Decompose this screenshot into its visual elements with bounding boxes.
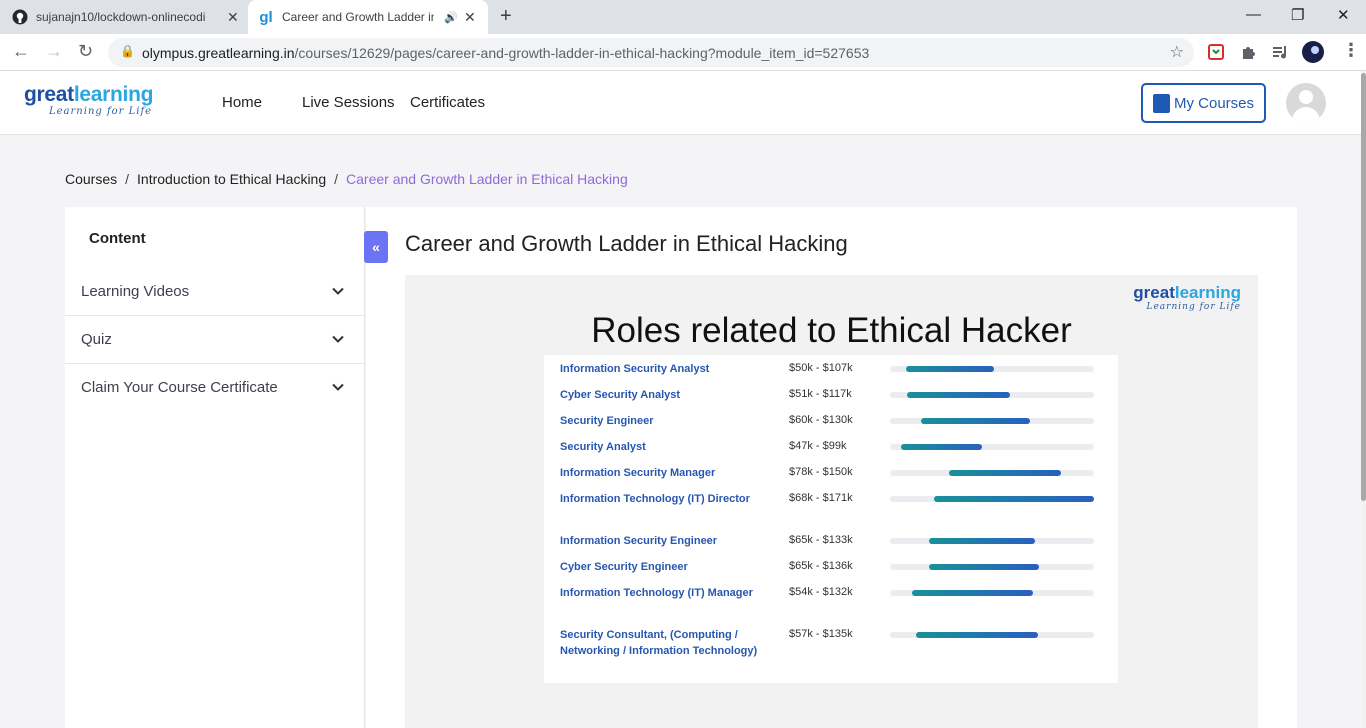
main-content: Career and Growth Ladder in Ethical Hack… xyxy=(366,207,1297,728)
salary-bar-track xyxy=(890,470,1094,476)
browser-tab-active[interactable]: gl Career and Growth Ladder in Eth 🔊 ✕ xyxy=(248,0,488,34)
breadcrumb-courses[interactable]: Courses xyxy=(65,171,117,187)
salary-bar xyxy=(905,366,995,372)
reload-icon[interactable]: ↻ xyxy=(78,41,93,62)
accordion-learning-videos[interactable]: Learning Videos xyxy=(65,268,365,316)
salary-bar-track xyxy=(890,444,1094,450)
salary-bar-track xyxy=(890,538,1094,544)
role-name: Information Security Analyst xyxy=(560,363,710,375)
salary-range: $65k - $133k xyxy=(789,534,853,546)
salary-range: $65k - $136k xyxy=(789,560,853,572)
salary-range: $54k - $132k xyxy=(789,586,853,598)
salary-bar xyxy=(949,470,1062,476)
site-header: greatlearning Learning for Life Home Liv… xyxy=(0,71,1361,135)
bookmark-star-icon[interactable]: ☆ xyxy=(1170,42,1184,62)
chevron-down-icon xyxy=(332,383,344,391)
collapse-sidebar-button[interactable]: « xyxy=(364,231,388,263)
extensions-puzzle-icon[interactable] xyxy=(1239,43,1257,61)
slide-logo: greatlearning Learning for Life xyxy=(1133,283,1241,313)
salary-bar-track xyxy=(890,496,1094,502)
close-tab-icon[interactable]: ✕ xyxy=(464,9,476,26)
chevron-down-icon xyxy=(332,335,344,343)
browser-tab-bar: sujanajn10/lockdown-onlinecodi ✕ gl Care… xyxy=(0,0,1366,34)
breadcrumb-course[interactable]: Introduction to Ethical Hacking xyxy=(137,171,326,187)
role-name: Cyber Security Analyst xyxy=(560,389,681,401)
forward-icon[interactable]: → xyxy=(45,41,63,62)
salary-bar-track xyxy=(890,564,1094,570)
browser-menu-icon[interactable]: ⋮ xyxy=(1342,40,1360,61)
nav-certificates[interactable]: Certificates xyxy=(410,94,485,111)
salary-range: $57k - $135k xyxy=(789,628,853,640)
greatlearning-logo[interactable]: greatlearning Learning for Life xyxy=(24,84,153,118)
page-scrollbar[interactable] xyxy=(1361,71,1366,728)
tab-title: Career and Growth Ladder in Eth xyxy=(282,10,434,24)
nav-live-sessions[interactable]: Live Sessions xyxy=(302,94,395,111)
pocket-extension-icon[interactable] xyxy=(1207,43,1225,61)
salary-bar-track xyxy=(890,590,1094,596)
roles-salary-table: Information Security Analyst $50k - $107k… xyxy=(544,355,1118,683)
role-name: Security Engineer xyxy=(560,415,654,427)
salary-bar-track xyxy=(890,366,1094,372)
breadcrumb: Courses / Introduction to Ethical Hacking /… xyxy=(65,171,628,187)
salary-range: $51k - $117k xyxy=(789,388,852,400)
address-bar[interactable]: 🔒 olympus.greatlearning.in/courses/12629… xyxy=(108,38,1194,67)
breadcrumb-current: Career and Growth Ladder in Ethical Hack… xyxy=(346,171,628,187)
accordion-quiz[interactable]: Quiz xyxy=(65,316,365,364)
close-tab-icon[interactable]: ✕ xyxy=(227,9,239,26)
my-courses-button[interactable]: My Courses xyxy=(1141,83,1266,123)
salary-bar xyxy=(907,392,1010,398)
salary-range: $78k - $150k xyxy=(789,466,853,478)
user-avatar[interactable] xyxy=(1286,83,1326,123)
tab-title: sujanajn10/lockdown-onlinecodi xyxy=(36,10,206,24)
nav-home[interactable]: Home xyxy=(222,94,262,111)
salary-bar xyxy=(916,632,1038,638)
role-name: Information Technology (IT) Director xyxy=(560,493,750,505)
salary-bar-track xyxy=(890,418,1094,424)
browser-tab-github[interactable]: sujanajn10/lockdown-onlinecodi ✕ xyxy=(12,0,246,34)
accordion-claim-certificate[interactable]: Claim Your Course Certificate xyxy=(65,364,365,412)
salary-bar xyxy=(933,496,1094,502)
slide-image: greatlearning Learning for Life Roles re… xyxy=(405,275,1258,728)
maximize-icon[interactable]: ❐ xyxy=(1291,6,1304,24)
chevron-down-icon xyxy=(332,287,344,295)
salary-bar xyxy=(900,444,982,450)
role-name: Information Security Manager xyxy=(560,467,716,479)
new-tab-icon[interactable]: + xyxy=(500,5,512,28)
content-sidebar: Content Learning Videos Quiz Claim Your … xyxy=(65,207,365,728)
salary-bar-track xyxy=(890,632,1094,638)
media-control-icon[interactable] xyxy=(1271,43,1289,61)
minimize-icon[interactable]: — xyxy=(1246,6,1261,23)
salary-bar-track xyxy=(890,392,1094,398)
salary-range: $50k - $107k xyxy=(789,362,853,374)
salary-range: $60k - $130k xyxy=(789,414,853,426)
url-text: olympus.greatlearning.in/courses/12629/p… xyxy=(142,45,870,61)
back-icon[interactable]: ← xyxy=(12,41,30,62)
slide-heading: Roles related to Ethical Hacker xyxy=(591,311,1072,350)
github-icon xyxy=(12,9,28,25)
lock-icon: 🔒 xyxy=(120,44,135,58)
double-chevron-left-icon: « xyxy=(372,239,380,255)
browser-toolbar: ← → ↻ 🔒 olympus.greatlearning.in/courses… xyxy=(0,34,1366,71)
salary-bar xyxy=(928,538,1035,544)
role-name: Security Analyst xyxy=(560,441,646,453)
salary-range: $47k - $99k xyxy=(789,440,847,452)
salary-bar xyxy=(928,564,1040,570)
role-name: Cyber Security Engineer xyxy=(560,561,688,573)
sidebar-title: Content xyxy=(89,230,146,247)
role-name: Information Technology (IT) Manager xyxy=(560,587,753,599)
greatlearning-favicon-icon: gl xyxy=(259,8,273,26)
close-window-icon[interactable]: ✕ xyxy=(1337,6,1350,24)
book-icon xyxy=(1152,93,1170,113)
salary-bar xyxy=(911,590,1034,596)
page-title: Career and Growth Ladder in Ethical Hack… xyxy=(405,231,848,256)
salary-range: $68k - $171k xyxy=(789,492,853,504)
salary-bar xyxy=(921,418,1031,424)
role-name: Security Consultant, (Computing / Networ… xyxy=(560,629,758,657)
role-name: Information Security Engineer xyxy=(560,535,718,547)
profile-avatar-icon[interactable] xyxy=(1302,41,1324,63)
audio-playing-icon[interactable]: 🔊 xyxy=(444,11,458,24)
